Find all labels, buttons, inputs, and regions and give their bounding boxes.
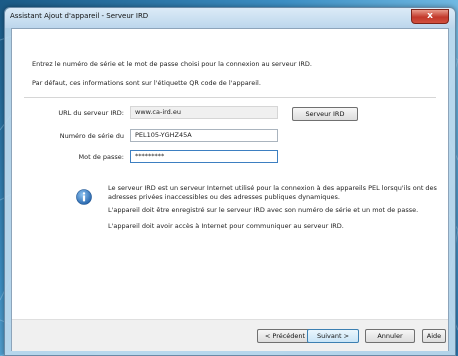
content-panel: Entrez le numéro de série et le mot de p… <box>12 29 448 319</box>
url-label: URL du serveur IRD: <box>58 109 124 117</box>
info-paragraph2: L'appareil doit être enregistré sur le s… <box>108 206 419 214</box>
next-button[interactable]: Suivant > <box>307 329 359 343</box>
info-paragraph1-line1: Le serveur IRD est un serveur Internet u… <box>108 184 437 192</box>
server-ird-button[interactable]: Serveur IRD <box>292 107 358 121</box>
info-icon <box>76 189 92 205</box>
window-title: Assistant Ajout d'appareil - Serveur IRD <box>10 12 149 20</box>
password-input[interactable]: ********* <box>130 150 278 163</box>
close-button[interactable]: x <box>411 9 449 24</box>
info-paragraph3: L'appareil doit avoir accès à Internet p… <box>108 222 344 230</box>
serial-number-input[interactable]: PEL105-YGHZ45A <box>130 129 278 142</box>
intro-text-line1: Entrez le numéro de série et le mot de p… <box>32 60 312 68</box>
separator <box>24 97 436 98</box>
previous-button[interactable]: < Précédent <box>257 329 313 343</box>
help-button[interactable]: Aide <box>422 329 446 343</box>
cancel-button[interactable]: Annuler <box>365 329 415 343</box>
url-field: www.ca-ird.eu <box>130 106 278 119</box>
intro-text-line2: Par défaut, ces informations sont sur l'… <box>32 79 261 87</box>
wizard-window: Assistant Ajout d'appareil - Serveur IRD… <box>4 7 456 356</box>
dialog-client-area: Entrez le numéro de série et le mot de p… <box>11 28 449 351</box>
password-label: Mot de passe: <box>78 153 124 161</box>
info-paragraph1-line2: adresses privées inaccessibles ou des ad… <box>108 193 340 201</box>
serial-label: Numéro de série du <box>59 132 124 140</box>
close-icon: x <box>427 11 433 21</box>
title-bar: Assistant Ajout d'appareil - Serveur IRD… <box>5 8 455 28</box>
button-bar: < Précédent Suivant > Annuler Aide <box>12 319 448 351</box>
